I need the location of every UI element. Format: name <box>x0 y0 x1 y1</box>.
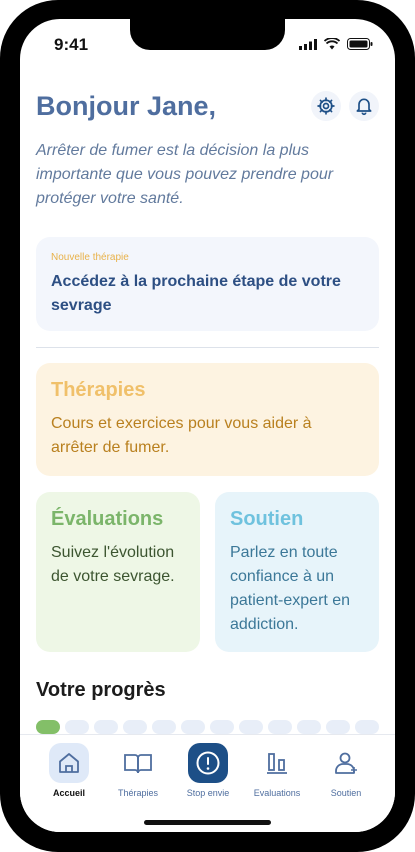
book-icon <box>118 743 158 783</box>
signal-icon <box>299 38 317 50</box>
next-step-title: Accédez à la prochaine étape de votre se… <box>51 273 341 314</box>
progress-dot <box>65 720 89 734</box>
progress-dot <box>239 720 263 734</box>
progress-dot <box>210 720 234 734</box>
next-step-card[interactable]: Nouvelle thérapie Accédez à la prochaine… <box>36 237 379 331</box>
evaluations-card-title: Évaluations <box>51 508 164 530</box>
tab-evaluations-label: Evaluations <box>253 788 301 798</box>
user-icon <box>326 743 366 783</box>
progress-dot <box>326 720 350 734</box>
progress-dot <box>181 720 205 734</box>
therapies-card-title: Thérapies <box>51 379 146 401</box>
home-icon <box>49 743 89 783</box>
phone-frame: 9:41 Bonjour Jane, Arrêter de fumer est … <box>0 0 415 852</box>
progress-dot <box>94 720 118 734</box>
progress-dot <box>152 720 176 734</box>
chart-icon <box>257 743 297 783</box>
tab-evaluations[interactable]: Evaluations <box>242 743 312 798</box>
tab-stop-envie[interactable]: Stop envie <box>173 743 243 798</box>
soutien-card-text: Parlez en toute confiance à un patient-e… <box>230 544 351 633</box>
notifications-button[interactable] <box>349 91 379 121</box>
greeting-title: Bonjour Jane, <box>36 91 217 121</box>
next-step-kicker: Nouvelle thérapie <box>51 252 129 263</box>
tab-stop-envie-label: Stop envie <box>186 788 230 798</box>
progress-dot <box>297 720 321 734</box>
progress-dot <box>36 720 60 734</box>
soutien-card[interactable]: Soutien Parlez en toute confiance à un p… <box>215 492 379 652</box>
tab-therapies-label: Thérapies <box>117 788 159 798</box>
gear-icon <box>317 97 335 115</box>
tab-bar: Accueil Thérapies Stop envie Evaluations… <box>20 734 395 832</box>
therapies-card-text: Cours et exercices pour vous aider à arr… <box>51 415 312 456</box>
progress-dots <box>36 720 379 734</box>
alert-icon <box>188 743 228 783</box>
soutien-card-title: Soutien <box>230 508 304 530</box>
divider <box>36 347 379 348</box>
tab-accueil-label: Accueil <box>52 788 85 798</box>
notch <box>130 19 285 50</box>
tab-soutien-label: Soutien <box>330 788 362 798</box>
status-time: 9:41 <box>54 35 89 54</box>
battery-icon <box>347 38 373 50</box>
therapies-card[interactable]: Thérapies Cours et exercices pour vous a… <box>36 363 379 476</box>
wifi-icon <box>324 38 340 50</box>
tab-accueil[interactable]: Accueil <box>34 743 104 798</box>
progress-title: Votre progrès <box>36 679 166 701</box>
evaluations-card[interactable]: Évaluations Suivez l'évolution de votre … <box>36 492 200 652</box>
progress-dot <box>268 720 292 734</box>
home-indicator <box>144 820 271 825</box>
bell-icon <box>356 98 372 116</box>
settings-button[interactable] <box>311 91 341 121</box>
screen: 9:41 Bonjour Jane, Arrêter de fumer est … <box>20 19 395 832</box>
status-icons <box>299 38 373 50</box>
progress-dot <box>123 720 147 734</box>
evaluations-card-text: Suivez l'évolution de votre sevrage. <box>51 544 175 585</box>
progress-dot <box>355 720 379 734</box>
intro-text: Arrêter de fumer est la décision la plus… <box>36 142 334 207</box>
tab-therapies[interactable]: Thérapies <box>103 743 173 798</box>
tab-soutien[interactable]: Soutien <box>311 743 381 798</box>
